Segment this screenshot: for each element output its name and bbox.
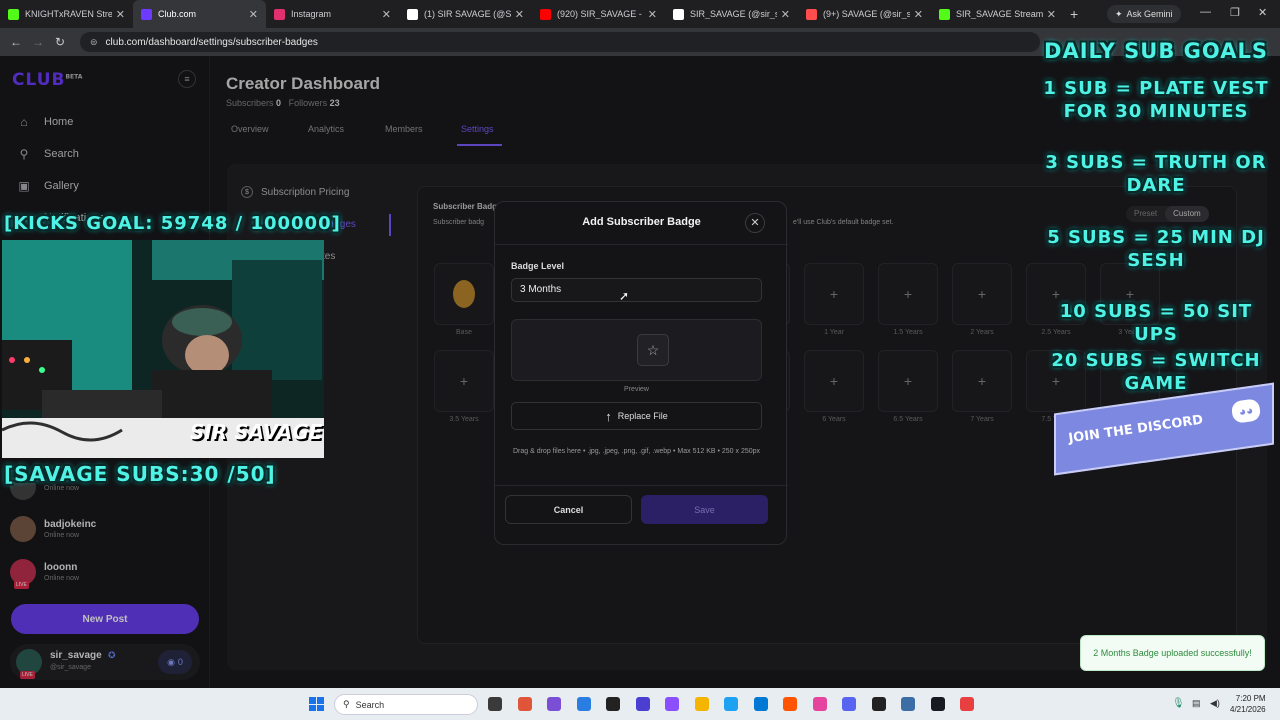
kicks-goal-overlay: [KICKS GOAL: 59748 / 100000] xyxy=(4,213,341,234)
success-toast: 2 Months Badge uploaded successfully! xyxy=(1080,635,1265,671)
taskbar-search[interactable]: ⚲ Search xyxy=(334,694,478,715)
taskbar-app-icon[interactable] xyxy=(547,697,561,711)
taskbar-app-icon[interactable] xyxy=(724,697,738,711)
minimize-icon[interactable]: — xyxy=(1200,6,1211,18)
browser-tab[interactable]: (9+) SAVAGE (@sir_sa ✕ xyxy=(798,0,931,28)
network-icon[interactable]: ▤ xyxy=(1192,698,1201,709)
star-icon: ☆ xyxy=(637,334,669,366)
browser-tab[interactable]: Club.com ✕ xyxy=(133,0,266,28)
taskbar-app-icon[interactable] xyxy=(753,697,768,711)
webcam-overlay: SIR SAVAGE xyxy=(2,240,324,458)
taskbar-app-icon[interactable] xyxy=(665,697,679,711)
taskbar-app-icon[interactable] xyxy=(783,697,797,711)
browser-tab[interactable]: Instagram ✕ xyxy=(266,0,399,28)
taskbar-app-icon[interactable] xyxy=(901,697,915,711)
volume-icon[interactable]: ◀) xyxy=(1210,698,1220,709)
taskbar-app-icon[interactable] xyxy=(842,697,856,711)
search-icon: ⚲ xyxy=(343,699,350,709)
browser-tab[interactable]: KNIGHTxRAVEN Stream✕ xyxy=(0,0,133,28)
taskbar-app-icon[interactable] xyxy=(488,697,502,711)
tab-favicon-icon xyxy=(407,8,418,20)
tab-favicon-icon xyxy=(540,8,551,20)
close-window-icon[interactable]: ✕ xyxy=(1258,6,1267,19)
tab-close-icon[interactable]: ✕ xyxy=(914,8,923,21)
preview-label: Preview xyxy=(624,386,649,393)
url-field[interactable]: ⊜ club.com/dashboard/settings/subscriber-… xyxy=(80,32,1040,52)
tab-favicon-icon xyxy=(673,8,684,20)
taskbar-clock[interactable]: 7:20 PM 4/21/2026 xyxy=(1230,693,1266,715)
maximize-icon[interactable]: ❐ xyxy=(1230,6,1240,19)
tab-close-icon[interactable]: ✕ xyxy=(116,8,125,21)
browser-tab[interactable]: (920) SIR_SAVAGE - Yo✕ xyxy=(532,0,665,28)
sub-goal-item: 3 SUBS = TRUTH OR DARE xyxy=(1045,152,1267,196)
taskbar-app-icon[interactable] xyxy=(635,697,650,711)
replace-file-button[interactable]: ↑ Replace File xyxy=(511,402,762,430)
savage-subs-overlay: [SAVAGE SUBS:30 /50] xyxy=(4,462,276,486)
cancel-button[interactable]: Cancel xyxy=(505,495,632,524)
taskbar-app-icon[interactable] xyxy=(960,697,974,711)
close-icon[interactable]: ✕ xyxy=(745,213,765,233)
tab-favicon-icon xyxy=(274,8,285,20)
badge-preview-box[interactable]: ☆ xyxy=(511,319,762,381)
tab-favicon-icon xyxy=(8,8,19,20)
tab-close-icon[interactable]: ✕ xyxy=(781,8,790,21)
windows-taskbar: ⚲ Search 🎙 ▤ ◀) 7:20 PM 4/21/2026 xyxy=(0,688,1280,720)
taskbar-app-icon[interactable] xyxy=(606,697,620,711)
badge-level-label: Badge Level xyxy=(511,261,565,271)
tab-close-icon[interactable]: ✕ xyxy=(382,8,391,21)
sub-goal-item: 10 SUBS = 50 SIT UPS xyxy=(1059,301,1253,345)
taskbar-app-icon[interactable] xyxy=(694,697,709,711)
upload-hint: Drag & drop files here • .jpg, .jpeg, .p… xyxy=(512,448,761,455)
taskbar-app-icon[interactable] xyxy=(930,697,945,711)
tab-favicon-icon xyxy=(806,8,817,20)
tab-close-icon[interactable]: ✕ xyxy=(515,8,524,21)
cursor-icon: ➚ xyxy=(619,289,630,303)
taskbar-app-icon[interactable] xyxy=(517,697,532,711)
sub-goal-item: 5 SUBS = 25 MIN DJ SESH xyxy=(1047,227,1265,271)
gemini-icon: ✦ xyxy=(1115,8,1123,19)
new-tab-button[interactable]: + xyxy=(1070,6,1078,22)
taskbar-app-icon[interactable] xyxy=(871,697,886,711)
sub-goal-item: 1 SUB = PLATE VEST FOR 30 MINUTES xyxy=(1043,78,1269,122)
tab-close-icon[interactable]: ✕ xyxy=(1047,8,1056,21)
badge-level-select[interactable]: 3 Months xyxy=(511,278,762,302)
ask-gemini-button[interactable]: ✦ Ask Gemini xyxy=(1107,5,1181,23)
tab-close-icon[interactable]: ✕ xyxy=(648,8,657,21)
browser-tab-strip: KNIGHTxRAVEN Stream✕Club.com✕Instagram✕(… xyxy=(0,0,1280,28)
browser-tab[interactable]: SIR_SAVAGE (@sir_sav✕ xyxy=(665,0,798,28)
back-icon[interactable]: ← xyxy=(10,35,22,49)
add-badge-modal: Add Subscriber Badge ✕ Badge Level 3 Mon… xyxy=(494,201,788,545)
mic-icon[interactable]: 🎙 xyxy=(1172,698,1185,709)
webcam-name-label: SIR SAVAGE xyxy=(190,420,323,444)
browser-tab[interactable]: (1) SIR SAVAGE (@SIR_✕ xyxy=(399,0,532,28)
upload-icon: ↑ xyxy=(605,408,612,424)
taskbar-app-icon[interactable] xyxy=(812,697,827,711)
tab-favicon-icon xyxy=(141,8,152,20)
forward-icon[interactable]: → xyxy=(32,35,44,49)
modal-divider xyxy=(495,244,788,245)
reload-icon[interactable]: ↻ xyxy=(54,35,66,49)
tab-favicon-icon xyxy=(939,8,950,20)
browser-tab[interactable]: SIR_SAVAGE Stream - V✕ xyxy=(931,0,1064,28)
taskbar-app-icon[interactable] xyxy=(576,697,591,711)
modal-divider xyxy=(495,485,788,486)
sub-goals-title: DAILY SUB GOALS xyxy=(1044,39,1268,63)
tab-close-icon[interactable]: ✕ xyxy=(249,8,258,21)
site-info-icon[interactable]: ⊜ xyxy=(90,37,98,48)
save-button[interactable]: Save xyxy=(641,495,768,524)
start-icon[interactable] xyxy=(309,697,324,711)
